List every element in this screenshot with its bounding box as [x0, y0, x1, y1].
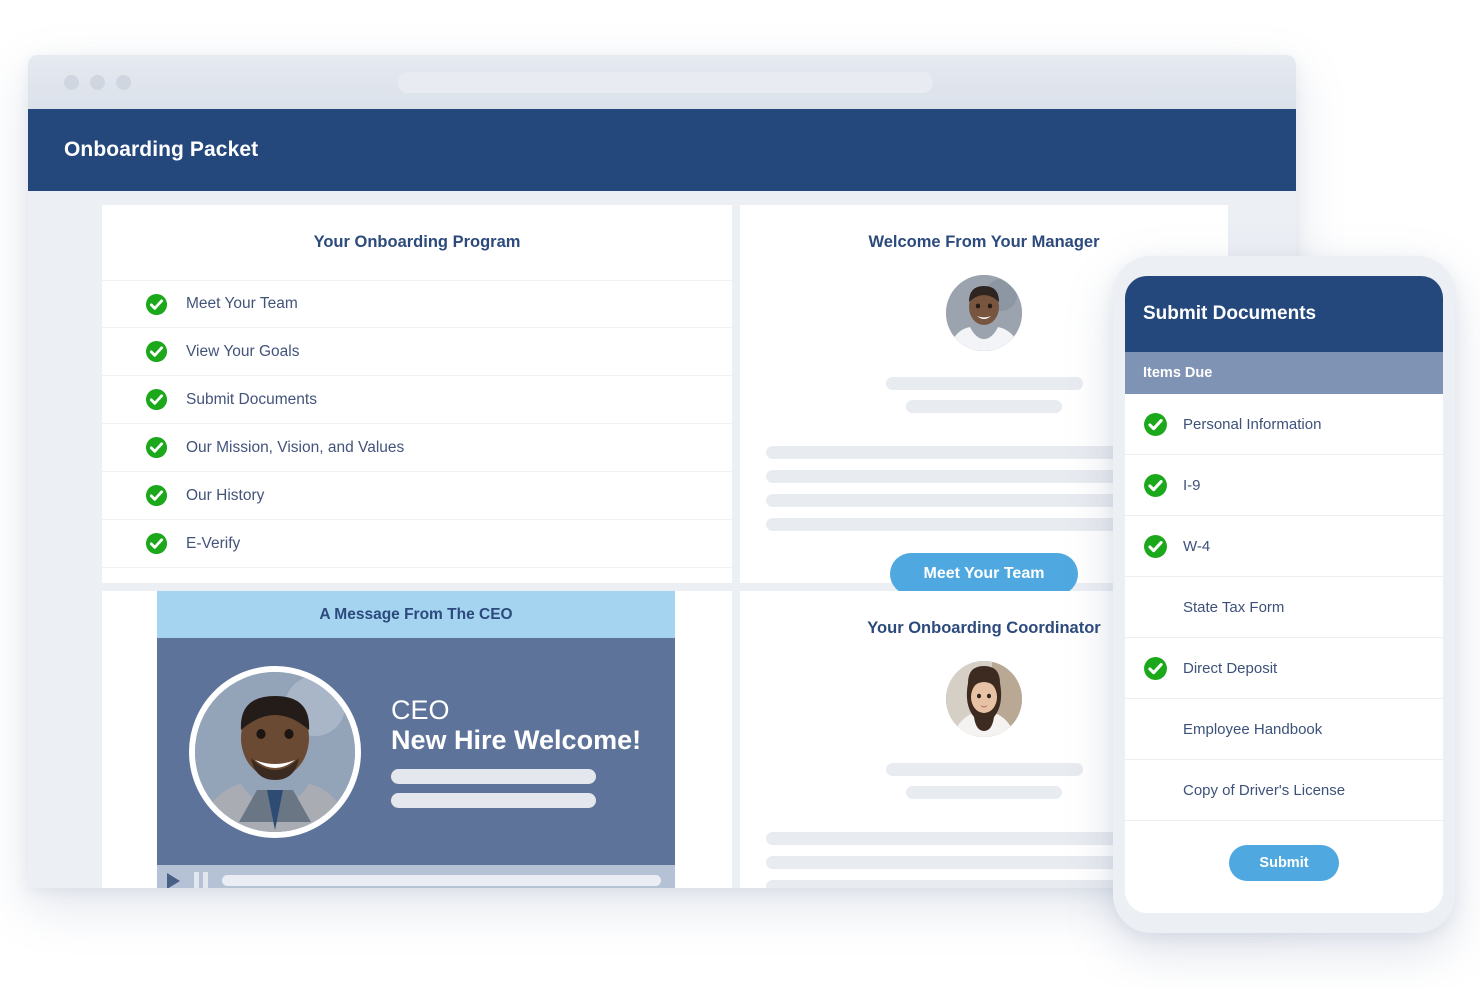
submit-button[interactable]: Submit [1229, 845, 1339, 881]
app-body: Your Onboarding Program Meet Your Team V… [28, 191, 1296, 888]
avatar [946, 275, 1022, 351]
coordinator-avatar-image [946, 661, 1022, 737]
list-item[interactable]: Our Mission, Vision, and Values [102, 424, 732, 472]
list-item-label: View Your Goals [186, 342, 300, 360]
check-circle-icon [1144, 534, 1167, 558]
check-circle-icon [145, 484, 168, 507]
avatar [946, 661, 1022, 737]
list-item[interactable]: View Your Goals [102, 328, 732, 376]
video-controls [157, 865, 675, 888]
list-item-label: Submit Documents [186, 390, 317, 408]
manager-avatar-image [946, 275, 1022, 351]
check-circle-icon [145, 293, 168, 315]
check-circle-icon [1144, 412, 1167, 436]
video-heading-line-1: CEO [391, 694, 450, 725]
video-text-block: CEO New Hire Welcome! [391, 694, 675, 809]
list-item[interactable]: Personal Information [1125, 394, 1443, 455]
list-item[interactable]: State Tax Form [1125, 577, 1443, 638]
video-heading-line-2: New Hire Welcome! [391, 725, 642, 755]
list-item-label: Direct Deposit [1183, 659, 1278, 677]
video-player[interactable]: A Message From The CEO CEO New Hire Welc… [157, 591, 675, 888]
address-bar[interactable] [398, 72, 933, 93]
meet-your-team-button[interactable]: Meet Your Team [889, 553, 1079, 595]
list-item-label: E-Verify [186, 534, 241, 552]
skeleton-line [391, 769, 596, 785]
list-item[interactable]: Direct Deposit [1125, 638, 1443, 699]
maximize-dot-icon[interactable] [116, 75, 131, 90]
list-item-label: Our Mission, Vision, and Values [186, 438, 405, 456]
video-titlebar: A Message From The CEO [157, 591, 675, 638]
list-item[interactable]: I-9 [1125, 455, 1443, 516]
list-item[interactable]: Submit Documents [102, 376, 732, 424]
phone-header-title: Submit Documents [1143, 303, 1317, 324]
close-dot-icon[interactable] [64, 75, 79, 90]
list-item[interactable]: W-4 [1125, 516, 1443, 577]
card-grid: Your Onboarding Program Meet Your Team V… [102, 205, 1228, 888]
list-item[interactable]: Our History [102, 472, 732, 520]
skeleton-line [906, 786, 1062, 799]
list-item-label: Meet Your Team [186, 295, 298, 312]
app-title: Onboarding Packet [64, 138, 259, 161]
list-item-label: Personal Information [1183, 415, 1322, 433]
traffic-lights [64, 75, 131, 90]
check-circle-icon [145, 388, 168, 411]
ceo-portrait [189, 665, 361, 838]
pause-icon[interactable] [194, 872, 208, 888]
list-item[interactable]: Employee Handbook [1125, 699, 1443, 760]
phone-screen: Submit Documents Items Due Personal Info… [1125, 276, 1443, 913]
manager-card-title: Welcome From Your Manager [868, 233, 1100, 251]
check-circle-icon [145, 436, 168, 459]
play-icon[interactable] [167, 872, 180, 888]
phone-subheader-title: Items Due [1143, 365, 1213, 381]
check-circle-icon [145, 532, 168, 555]
list-item[interactable]: Meet Your Team [102, 280, 732, 328]
browser-chrome [28, 55, 1296, 109]
video-stage: CEO New Hire Welcome! [157, 638, 675, 865]
phone-mockup: Submit Documents Items Due Personal Info… [1113, 256, 1455, 933]
list-item-label: I-9 [1183, 476, 1201, 494]
skeleton-line [885, 377, 1083, 390]
app-header: Onboarding Packet [28, 109, 1296, 191]
card-onboarding-program: Your Onboarding Program Meet Your Team V… [102, 205, 732, 583]
check-circle-icon [1144, 656, 1167, 680]
program-card-title: Your Onboarding Program [313, 233, 521, 251]
list-item[interactable]: Copy of Driver's License [1125, 760, 1443, 821]
phone-submit-wrap: Submit [1125, 821, 1443, 881]
phone-header: Submit Documents [1125, 276, 1443, 352]
list-item-label: Our History [186, 486, 265, 504]
list-item-label: Employee Handbook [1183, 720, 1323, 738]
skeleton-line [391, 793, 596, 809]
list-item-label: Copy of Driver's License [1183, 781, 1346, 799]
video-progress-bar[interactable] [222, 875, 661, 886]
skeleton-line [885, 763, 1083, 776]
video-title: A Message From The CEO [319, 605, 513, 623]
program-checklist: Meet Your Team View Your Goals Submit Do… [102, 280, 732, 568]
card-ceo-video: A Message From The CEO CEO New Hire Welc… [102, 591, 732, 888]
phone-items-list: Personal Information I-9 W-4 State Tax F… [1125, 394, 1443, 913]
check-circle-icon [145, 340, 168, 363]
skeleton-line [906, 400, 1062, 413]
ceo-portrait-image [195, 671, 355, 832]
list-item-label: W-4 [1183, 537, 1211, 555]
list-item[interactable]: E-Verify [102, 520, 732, 568]
minimize-dot-icon[interactable] [90, 75, 105, 90]
browser-window: Onboarding Packet Your Onboarding Progra… [28, 55, 1296, 888]
check-circle-icon [1144, 473, 1167, 497]
phone-subheader: Items Due [1125, 352, 1443, 394]
list-item-label: State Tax Form [1183, 598, 1285, 616]
